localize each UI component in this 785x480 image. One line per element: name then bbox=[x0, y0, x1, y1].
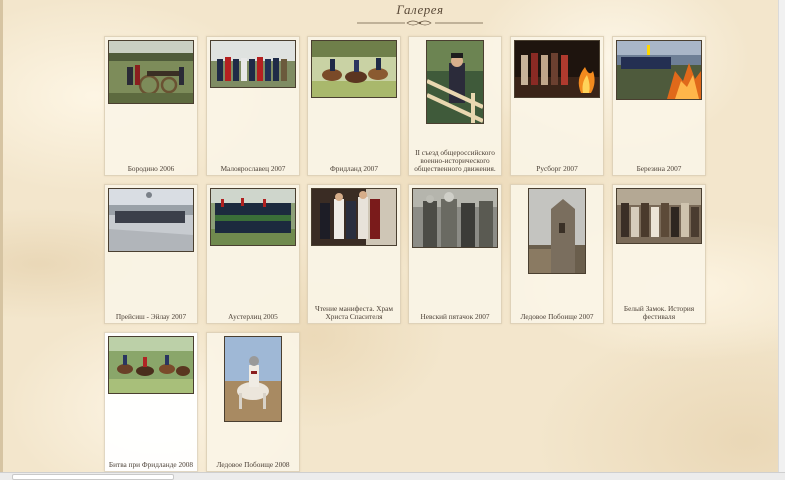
gallery-item-white-castle[interactable]: Белый Замок. История фестиваля bbox=[612, 184, 706, 324]
gallery-item-caption[interactable]: Малоярославец 2007 bbox=[209, 165, 297, 173]
gallery-item-caption[interactable]: Прейсиш - Эйлау 2007 bbox=[107, 313, 195, 321]
gallery-item-caption[interactable]: Битва при Фридланде 2008 bbox=[107, 461, 195, 469]
gallery-item-nevsky[interactable]: Невский пятачок 2007 bbox=[408, 184, 502, 324]
cavalry-photo[interactable] bbox=[311, 40, 397, 98]
gallery-item-caption[interactable]: Чтение манифеста. Храм Христа Спасителя bbox=[310, 305, 398, 321]
winter-battle-photo[interactable] bbox=[108, 188, 194, 252]
title-ornament-icon bbox=[357, 20, 483, 26]
vertical-scrollbar[interactable] bbox=[778, 0, 785, 472]
soldier-portrait-photo[interactable] bbox=[426, 40, 484, 124]
knight-horse-photo[interactable] bbox=[224, 336, 282, 422]
bonfire-night-photo[interactable] bbox=[514, 40, 600, 98]
gallery-item-caption[interactable]: Аустерлиц 2005 bbox=[209, 313, 297, 321]
ww2-soldiers-photo[interactable] bbox=[412, 188, 498, 248]
festival-crowd-photo[interactable] bbox=[616, 188, 702, 244]
gallery-header: Галерея bbox=[355, 2, 485, 30]
cannon-battle-photo[interactable] bbox=[108, 40, 194, 104]
gallery-item-borodino[interactable]: Бородино 2006 bbox=[104, 36, 198, 176]
gallery-item-caption[interactable]: II съезд общероссийского военно-историче… bbox=[411, 149, 499, 173]
gallery-item-congress[interactable]: II съезд общероссийского военно-историче… bbox=[408, 36, 502, 176]
gallery-item-berezina[interactable]: Березина 2007 bbox=[612, 36, 706, 176]
horizontal-scrollbar-thumb[interactable] bbox=[12, 474, 174, 480]
gallery-item-caption[interactable]: Ледовое Побоище 2007 bbox=[513, 313, 601, 321]
gallery-item-friedland-2008[interactable]: Битва при Фридланде 2008 bbox=[104, 332, 198, 472]
manifesto-reading-photo[interactable] bbox=[311, 188, 397, 246]
page-left-border bbox=[0, 0, 3, 480]
gallery-item-manifesto[interactable]: Чтение манифеста. Храм Христа Спасителя bbox=[307, 184, 401, 324]
gallery-item-caption[interactable]: Белый Замок. История фестиваля bbox=[615, 305, 703, 321]
gallery-item-maloyaroslavets[interactable]: Малоярославец 2007 bbox=[206, 36, 300, 176]
horizontal-scrollbar[interactable] bbox=[0, 472, 785, 480]
gallery-item-caption[interactable]: Ледовое Побоище 2008 bbox=[209, 461, 297, 469]
infantry-column-photo[interactable] bbox=[210, 188, 296, 246]
burning-bridge-photo[interactable] bbox=[616, 40, 702, 100]
page-title: Галерея bbox=[396, 2, 444, 17]
gallery-item-caption[interactable]: Бородино 2006 bbox=[107, 165, 195, 173]
gallery-item-caption[interactable]: Русборг 2007 bbox=[513, 165, 601, 173]
gallery-item-austerlitz[interactable]: Аустерлиц 2005 bbox=[206, 184, 300, 324]
cavalry-field-photo[interactable] bbox=[108, 336, 194, 394]
gallery-item-caption[interactable]: Березина 2007 bbox=[615, 165, 703, 173]
gallery-item-rusborg[interactable]: Русборг 2007 bbox=[510, 36, 604, 176]
gallery-item-caption[interactable]: Невский пятачок 2007 bbox=[411, 313, 499, 321]
gallery-item-eylau[interactable]: Прейсиш - Эйлау 2007 bbox=[104, 184, 198, 324]
gallery-item-friedland[interactable]: Фридланд 2007 bbox=[307, 36, 401, 176]
fortress-tower-photo[interactable] bbox=[528, 188, 586, 274]
soldiers-line-photo[interactable] bbox=[210, 40, 296, 88]
gallery-item-caption[interactable]: Фридланд 2007 bbox=[310, 165, 398, 173]
gallery-item-ice-battle-2008[interactable]: Ледовое Побоище 2008 bbox=[206, 332, 300, 472]
gallery-item-ice-battle-2007[interactable]: Ледовое Побоище 2007 bbox=[510, 184, 604, 324]
